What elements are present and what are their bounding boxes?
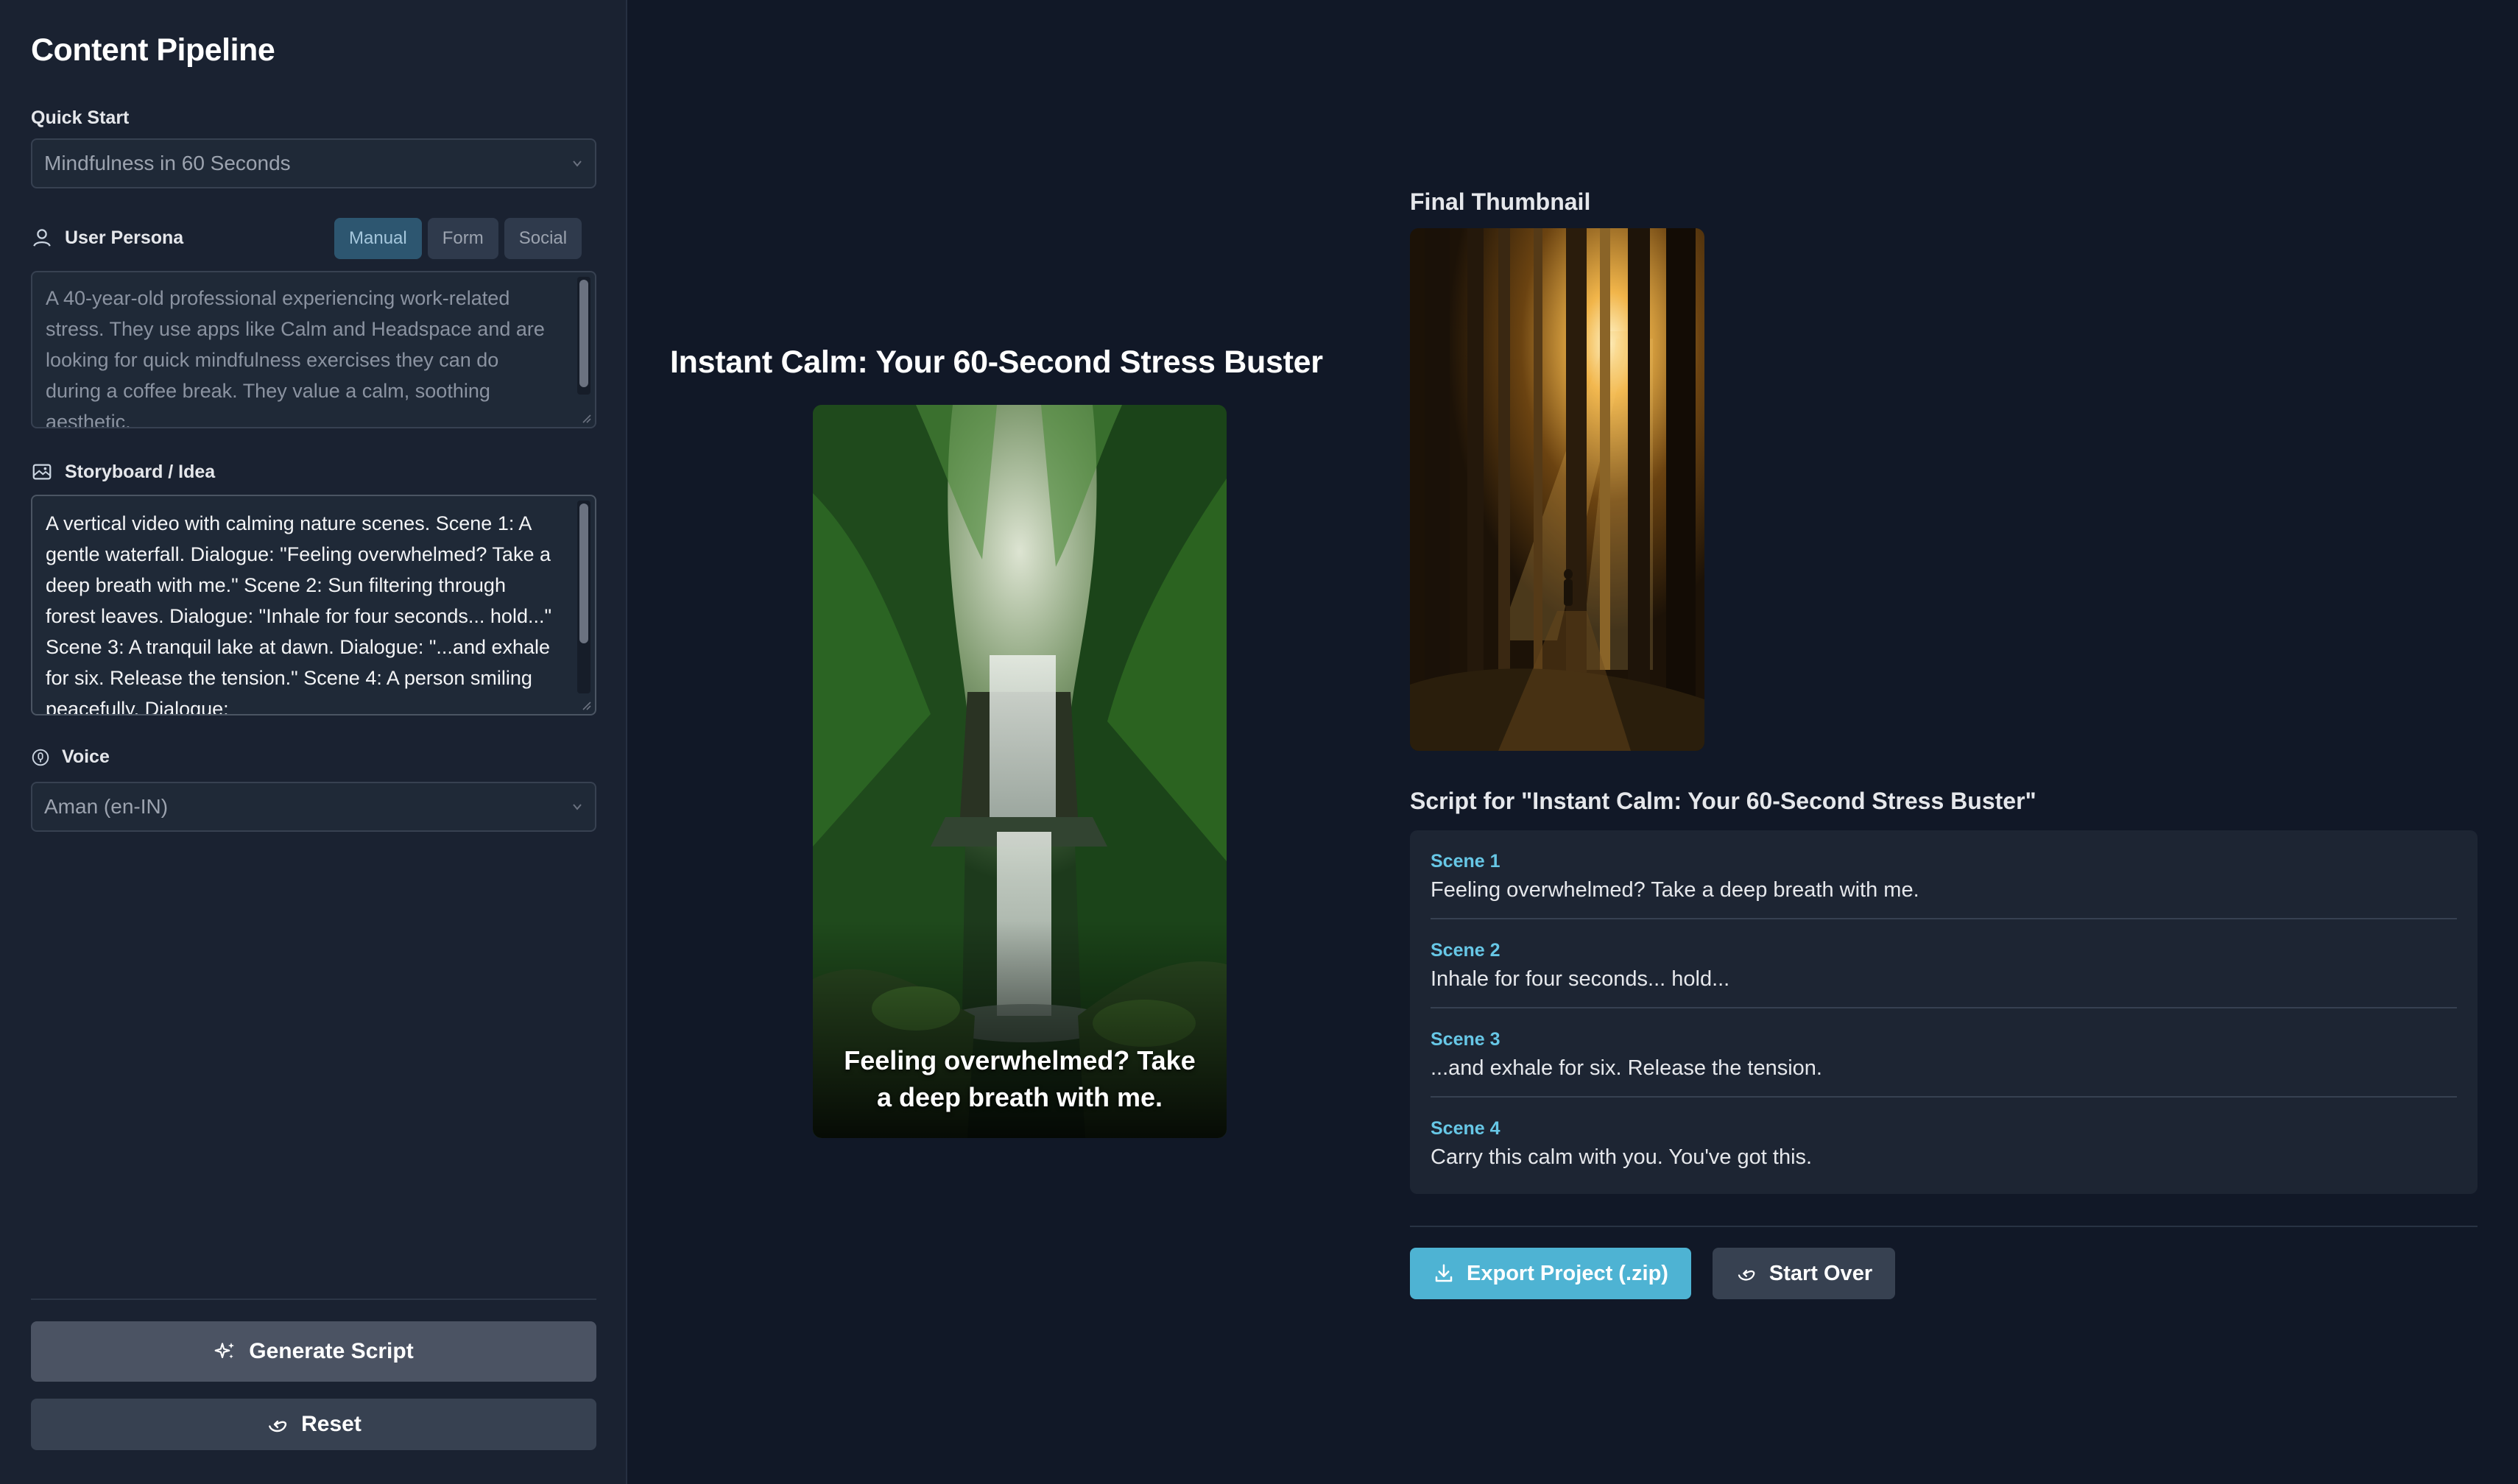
scene-label: Scene 1 — [1431, 851, 1500, 872]
persona-scrollbar[interactable] — [577, 277, 590, 395]
sidebar: Content Pipeline Quick Start Mindfulness… — [0, 0, 627, 1484]
video-title: Instant Calm: Your 60-Second Stress Bust… — [670, 344, 1323, 380]
microphone-icon — [32, 749, 49, 766]
reset-button[interactable]: Reset — [31, 1399, 596, 1450]
generate-script-label: Generate Script — [249, 1339, 414, 1363]
resize-handle-icon[interactable] — [579, 411, 592, 424]
undo-icon — [1738, 1270, 1755, 1281]
persona-mode-toggle: Manual Form Social — [334, 218, 582, 259]
sparkles-icon — [214, 1343, 235, 1359]
scene-label: Scene 2 — [1431, 940, 1500, 961]
resize-handle-icon[interactable] — [579, 698, 592, 711]
voice-label-text: Voice — [62, 746, 110, 767]
quick-start-select[interactable]: Mindfulness in 60 Seconds — [31, 138, 596, 188]
video-preview[interactable]: Feeling overwhelmed? Take a deep breath … — [813, 405, 1227, 1138]
storyboard-scrollbar[interactable] — [577, 501, 590, 693]
scene-item: Scene 3 ...and exhale for six. Release t… — [1431, 1008, 2457, 1098]
undo-icon — [269, 1420, 287, 1432]
video-caption: Feeling overwhelmed? Take a deep breath … — [844, 1045, 1196, 1112]
script-panel: Scene 1 Feeling overwhelmed? Take a deep… — [1410, 830, 2478, 1194]
generate-script-button[interactable]: Generate Script — [31, 1321, 596, 1382]
persona-text: A 40-year-old professional experiencing … — [46, 287, 545, 428]
voice-label: Voice — [31, 746, 110, 768]
persona-textarea[interactable]: A 40-year-old professional experiencing … — [31, 271, 596, 428]
storyboard-label: Storyboard / Idea — [31, 461, 215, 483]
persona-mode-manual[interactable]: Manual — [334, 218, 422, 259]
scene-item: Scene 4 Carry this calm with you. You've… — [1431, 1098, 2457, 1187]
scene-item: Scene 1 Feeling overwhelmed? Take a deep… — [1431, 830, 2457, 919]
start-over-button[interactable]: Start Over — [1713, 1248, 1895, 1299]
scene-text: Feeling overwhelmed? Take a deep breath … — [1431, 878, 1919, 902]
chevron-down-icon — [573, 160, 582, 167]
persona-mode-form[interactable]: Form — [427, 218, 498, 259]
scene-text: ...and exhale for six. Release the tensi… — [1431, 1056, 1822, 1080]
waterfall-forest-image — [813, 405, 1227, 1138]
sunlit-forest-image — [1410, 228, 1704, 751]
quick-start-label: Quick Start — [31, 107, 130, 128]
persona-mode-social[interactable]: Social — [504, 218, 582, 259]
image-icon — [32, 464, 52, 480]
scene-label: Scene 4 — [1431, 1118, 1500, 1139]
persona-scroll-thumb[interactable] — [579, 280, 588, 387]
sidebar-divider — [31, 1298, 596, 1300]
scene-text: Carry this calm with you. You've got thi… — [1431, 1145, 1813, 1169]
start-over-label: Start Over — [1768, 1261, 1873, 1285]
chevron-down-icon — [573, 804, 582, 810]
storyboard-label-text: Storyboard / Idea — [65, 461, 216, 482]
voice-select[interactable]: Aman (en-IN) — [31, 782, 596, 832]
storyboard-textarea[interactable]: A vertical video with calming nature sce… — [31, 495, 596, 716]
persona-label-text: User Persona — [65, 227, 184, 248]
final-thumbnail[interactable] — [1410, 228, 1704, 751]
persona-label: User Persona — [31, 227, 183, 249]
script-heading: Script for "Instant Calm: Your 60-Second… — [1410, 788, 2036, 814]
scene-item: Scene 2 Inhale for four seconds... hold.… — [1431, 919, 2457, 1008]
user-icon — [33, 229, 51, 247]
thumbnail-heading: Final Thumbnail — [1410, 188, 1591, 215]
app-title: Content Pipeline — [31, 32, 275, 68]
storyboard-scroll-thumb[interactable] — [579, 504, 588, 643]
scene-text: Inhale for four seconds... hold... — [1431, 967, 1730, 991]
actions-divider — [1410, 1226, 2478, 1227]
export-project-button[interactable]: Export Project (.zip) — [1410, 1248, 1691, 1299]
storyboard-text: A vertical video with calming nature sce… — [46, 512, 552, 716]
voice-value: Aman (en-IN) — [44, 795, 169, 818]
quick-start-value: Mindfulness in 60 Seconds — [44, 152, 291, 174]
scene-label: Scene 3 — [1431, 1029, 1500, 1050]
reset-label: Reset — [301, 1412, 362, 1436]
download-icon — [1435, 1264, 1453, 1282]
export-project-label: Export Project (.zip) — [1467, 1261, 1668, 1285]
